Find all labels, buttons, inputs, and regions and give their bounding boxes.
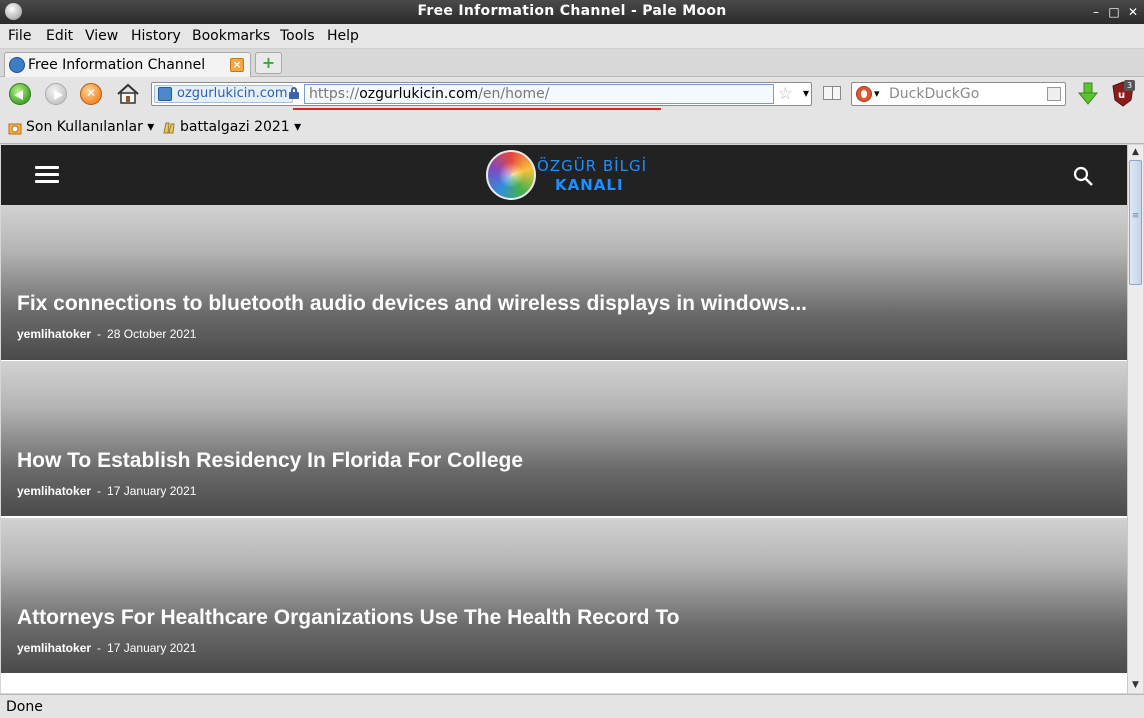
ublock-count-badge: 3 — [1124, 80, 1135, 91]
svg-text:u: u — [1118, 90, 1125, 101]
url-input[interactable]: https://ozgurlukicin.com/en/home/ — [304, 84, 774, 104]
tab-label: Free Information Channel — [28, 57, 206, 73]
tab-free-information-channel[interactable]: Free Information Channel × — [4, 52, 251, 77]
post-author[interactable]: yemlihatoker — [17, 484, 91, 498]
post-title[interactable]: Attorneys For Healthcare Organizations U… — [17, 606, 679, 630]
close-window-icon[interactable]: ✕ — [1124, 3, 1142, 21]
site-header: ÖZGÜR BİLGİ KANALI — [1, 145, 1127, 205]
back-button[interactable] — [9, 83, 31, 105]
post-title[interactable]: How To Establish Residency In Florida Fo… — [17, 449, 523, 473]
post-meta: yemlihatoker -17 January 2021 — [17, 484, 197, 498]
post-date: 17 January 2021 — [107, 484, 197, 498]
ublock-icon[interactable]: u 3 — [1112, 80, 1135, 107]
status-bar: Done — [0, 694, 1144, 718]
search-engine-dropdown-icon[interactable]: ▾ — [874, 87, 880, 100]
title-bar: Free Information Channel - Pale Moon – □… — [0, 0, 1144, 24]
logo-text-line1[interactable]: ÖZGÜR BİLGİ — [537, 157, 647, 175]
reader-view-icon[interactable] — [823, 86, 841, 100]
site-favicon-icon — [9, 57, 25, 73]
folder-icon — [163, 122, 175, 134]
scroll-down-icon[interactable]: ▼ — [1128, 678, 1143, 692]
post-meta: yemlihatoker -17 January 2021 — [17, 641, 197, 655]
post-date: 17 January 2021 — [107, 641, 197, 655]
navigation-toolbar: ozgurlukicin.com https://ozgurlukicin.co… — [0, 77, 1144, 111]
page-scrollbar[interactable]: ▲ ▼ — [1127, 145, 1143, 693]
bookmarks-toolbar: Son Kullanılanlar ▾ battalgazi 2021 ▾ — [0, 111, 1144, 144]
search-bar[interactable]: ▾ DuckDuckGo — [851, 82, 1066, 106]
url-annotation-underline — [293, 108, 661, 110]
menu-bookmarks[interactable]: Bookmarks — [192, 28, 270, 44]
lock-icon[interactable] — [289, 87, 299, 99]
menu-history[interactable]: History — [131, 28, 181, 44]
page-viewport: ÖZGÜR BİLGİ KANALI Fix connections to bl… — [1, 145, 1127, 693]
post-meta: yemlihatoker -28 October 2021 — [17, 327, 197, 341]
menu-bar: File Edit View History Bookmarks Tools H… — [0, 24, 1144, 49]
url-dropdown-icon[interactable]: ▾ — [803, 86, 809, 100]
recent-bookmarks-icon — [8, 123, 22, 135]
scrollbar-thumb[interactable] — [1129, 160, 1142, 285]
hamburger-menu-icon[interactable] — [35, 166, 59, 184]
forward-button[interactable] — [45, 83, 67, 105]
logo-text-line2[interactable]: KANALI — [555, 176, 624, 194]
url-path: /en/home/ — [478, 86, 550, 102]
bookmark-star-icon[interactable]: ☆ — [778, 84, 793, 104]
bookmark-battalgazi-2021[interactable]: battalgazi 2021 ▾ — [180, 119, 301, 135]
search-icon[interactable] — [1072, 165, 1094, 187]
menu-tools[interactable]: Tools — [280, 28, 315, 44]
post-author[interactable]: yemlihatoker — [17, 641, 91, 655]
menu-file[interactable]: File — [8, 28, 31, 44]
tab-bar: Free Information Channel × + — [0, 49, 1144, 77]
menu-edit[interactable]: Edit — [46, 28, 73, 44]
bookmark-son-kullanilanlar[interactable]: Son Kullanılanlar ▾ — [26, 119, 154, 135]
status-text: Done — [6, 699, 43, 715]
home-icon[interactable] — [116, 82, 140, 106]
menu-view[interactable]: View — [85, 28, 118, 44]
minimize-icon[interactable]: – — [1087, 3, 1105, 21]
post-date: 28 October 2021 — [107, 327, 197, 341]
post-card[interactable]: How To Establish Residency In Florida Fo… — [1, 361, 1127, 516]
post-card[interactable]: Fix connections to bluetooth audio devic… — [1, 205, 1127, 360]
url-scheme: https:// — [309, 86, 360, 102]
duckduckgo-icon[interactable] — [856, 86, 872, 102]
identity-label: ozgurlukicin.com — [177, 86, 288, 101]
site-identity-button[interactable]: ozgurlukicin.com — [154, 85, 293, 103]
menu-help[interactable]: Help — [327, 28, 359, 44]
globe-icon — [158, 87, 172, 101]
download-icon[interactable] — [1077, 82, 1099, 106]
search-input[interactable]: DuckDuckGo — [889, 86, 979, 102]
window-title: Free Information Channel - Pale Moon — [417, 3, 727, 19]
site-logo-icon[interactable] — [486, 150, 536, 200]
maximize-icon[interactable]: □ — [1105, 3, 1123, 21]
url-host: ozgurlukicin.com — [359, 86, 479, 102]
new-tab-button[interactable]: + — [255, 52, 282, 74]
scroll-up-icon[interactable]: ▲ — [1128, 145, 1143, 159]
post-card[interactable]: Attorneys For Healthcare Organizations U… — [1, 518, 1127, 673]
url-bar[interactable]: ozgurlukicin.com https://ozgurlukicin.co… — [151, 82, 812, 106]
search-go-icon[interactable] — [1047, 87, 1061, 101]
stop-button[interactable] — [80, 83, 102, 105]
close-tab-icon[interactable]: × — [230, 58, 244, 72]
post-author[interactable]: yemlihatoker — [17, 327, 91, 341]
post-title[interactable]: Fix connections to bluetooth audio devic… — [17, 292, 807, 316]
